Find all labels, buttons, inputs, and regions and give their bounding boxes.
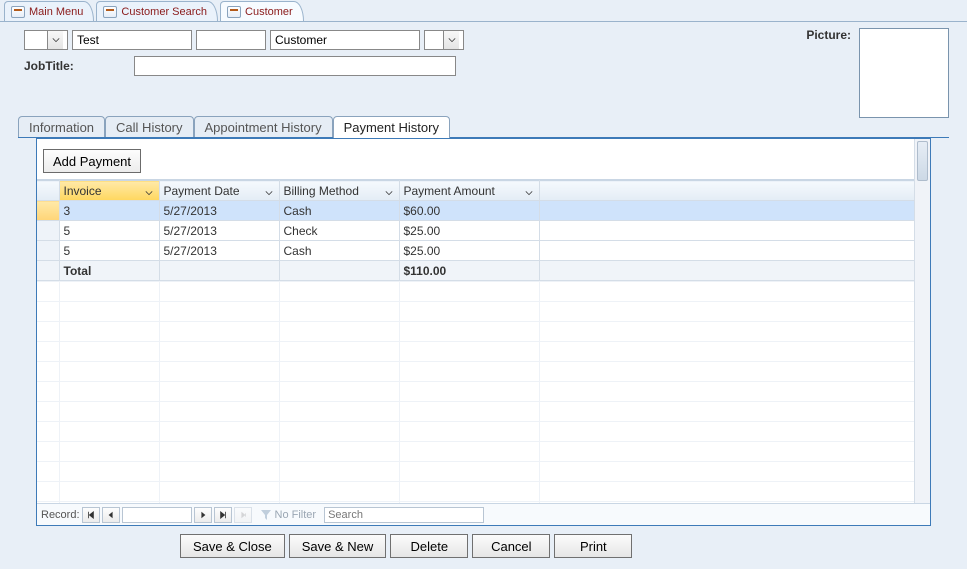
total-label: Total xyxy=(59,261,159,281)
record-navigator: Record: No Filter xyxy=(37,503,930,525)
cell-spacer xyxy=(539,221,930,241)
cancel-button[interactable]: Cancel xyxy=(472,534,550,558)
cell-method[interactable]: Cash xyxy=(279,201,399,221)
tab-appointment-history[interactable]: Appointment History xyxy=(194,116,333,138)
total-row: Total $110.00 xyxy=(37,261,930,281)
add-payment-button[interactable]: Add Payment xyxy=(43,149,141,173)
picture-box[interactable] xyxy=(859,28,949,118)
nav-prev-button[interactable] xyxy=(102,507,120,523)
tab-label: Payment History xyxy=(344,120,439,135)
cell-date[interactable]: 5/27/2013 xyxy=(159,201,279,221)
filter-indicator[interactable]: No Filter xyxy=(260,509,317,521)
grid-header-row: Invoice Payment Date Billing Method Paym… xyxy=(37,181,930,201)
tab-label: Information xyxy=(29,120,94,135)
window-tab-label: Customer Search xyxy=(121,6,207,18)
chevron-down-icon xyxy=(265,186,275,196)
table-row[interactable]: 5 5/27/2013 Cash $25.00 xyxy=(37,241,930,261)
search-input[interactable] xyxy=(324,507,484,523)
col-spacer xyxy=(539,181,930,201)
window-tab-customer[interactable]: Customer xyxy=(220,1,304,21)
select-all-handle[interactable] xyxy=(37,181,59,201)
chevron-down-icon xyxy=(47,31,63,49)
grid-empty-area xyxy=(37,281,930,503)
tab-information[interactable]: Information xyxy=(18,116,105,138)
nav-next-button[interactable] xyxy=(194,507,212,523)
job-title-label: JobTitle: xyxy=(24,59,74,73)
detail-tabs: Information Call History Appointment His… xyxy=(18,114,949,138)
window-tab-main-menu[interactable]: Main Menu xyxy=(4,1,94,21)
print-button[interactable]: Print xyxy=(554,534,632,558)
window-tab-customer-search[interactable]: Customer Search xyxy=(96,1,218,21)
window-tabs: Main Menu Customer Search Customer xyxy=(0,0,967,22)
col-payment-amount[interactable]: Payment Amount xyxy=(399,181,539,201)
cell-spacer xyxy=(539,261,930,281)
filter-text: No Filter xyxy=(275,509,317,521)
tab-call-history[interactable]: Call History xyxy=(105,116,193,138)
recnav-label: Record: xyxy=(41,509,80,521)
funnel-icon xyxy=(260,509,272,521)
tab-label: Call History xyxy=(116,120,182,135)
col-label: Billing Method xyxy=(284,184,359,198)
customer-header: JobTitle: Picture: xyxy=(0,22,967,114)
middle-name-field[interactable] xyxy=(196,30,266,50)
cell-spacer xyxy=(539,201,930,221)
cell-spacer xyxy=(539,241,930,261)
delete-button[interactable]: Delete xyxy=(390,534,468,558)
nav-first-button[interactable] xyxy=(82,507,100,523)
save-new-button[interactable]: Save & New xyxy=(289,534,387,558)
nav-new-button[interactable] xyxy=(234,507,252,523)
window-tab-label: Customer xyxy=(245,6,293,18)
col-label: Payment Date xyxy=(164,184,240,198)
cell-blank xyxy=(279,261,399,281)
chevron-down-icon xyxy=(443,31,459,49)
tab-payment-history[interactable]: Payment History xyxy=(333,116,450,138)
cell-amount[interactable]: $25.00 xyxy=(399,221,539,241)
cell-method[interactable]: Check xyxy=(279,221,399,241)
col-invoice[interactable]: Invoice xyxy=(59,181,159,201)
payment-grid: Invoice Payment Date Billing Method Paym… xyxy=(37,179,930,503)
suffix-combo[interactable] xyxy=(424,30,464,50)
col-billing-method[interactable]: Billing Method xyxy=(279,181,399,201)
chevron-down-icon xyxy=(525,186,535,196)
table-row[interactable]: 5 5/27/2013 Check $25.00 xyxy=(37,221,930,241)
col-label: Payment Amount xyxy=(404,184,495,198)
window-tab-label: Main Menu xyxy=(29,6,83,18)
record-number-field[interactable] xyxy=(122,507,192,523)
chevron-down-icon xyxy=(385,186,395,196)
save-close-button[interactable]: Save & Close xyxy=(180,534,285,558)
picture-label: Picture: xyxy=(806,28,851,42)
prefix-combo[interactable] xyxy=(24,30,68,50)
cell-date[interactable]: 5/27/2013 xyxy=(159,221,279,241)
chevron-down-icon xyxy=(145,186,155,196)
first-name-field[interactable] xyxy=(72,30,192,50)
row-selector[interactable] xyxy=(37,201,59,221)
row-selector xyxy=(37,261,59,281)
table-row[interactable]: 3 5/27/2013 Cash $60.00 xyxy=(37,201,930,221)
payment-history-panel: Add Payment Invoice xyxy=(36,138,931,526)
cell-method[interactable]: Cash xyxy=(279,241,399,261)
total-amount: $110.00 xyxy=(399,261,539,281)
col-label: Invoice xyxy=(64,184,102,198)
cell-invoice[interactable]: 5 xyxy=(59,241,159,261)
row-selector[interactable] xyxy=(37,241,59,261)
form-icon xyxy=(227,6,241,18)
nav-last-button[interactable] xyxy=(214,507,232,523)
form-actions: Save & Close Save & New Delete Cancel Pr… xyxy=(0,526,967,558)
cell-invoice[interactable]: 3 xyxy=(59,201,159,221)
job-title-field[interactable] xyxy=(134,56,456,76)
cell-date[interactable]: 5/27/2013 xyxy=(159,241,279,261)
cell-amount[interactable]: $25.00 xyxy=(399,241,539,261)
form-icon xyxy=(11,6,25,18)
vertical-scrollbar[interactable] xyxy=(914,139,930,503)
cell-blank xyxy=(159,261,279,281)
row-selector[interactable] xyxy=(37,221,59,241)
cell-amount[interactable]: $60.00 xyxy=(399,201,539,221)
cell-invoice[interactable]: 5 xyxy=(59,221,159,241)
last-name-field[interactable] xyxy=(270,30,420,50)
tab-label: Appointment History xyxy=(205,120,322,135)
form-icon xyxy=(103,6,117,18)
col-payment-date[interactable]: Payment Date xyxy=(159,181,279,201)
